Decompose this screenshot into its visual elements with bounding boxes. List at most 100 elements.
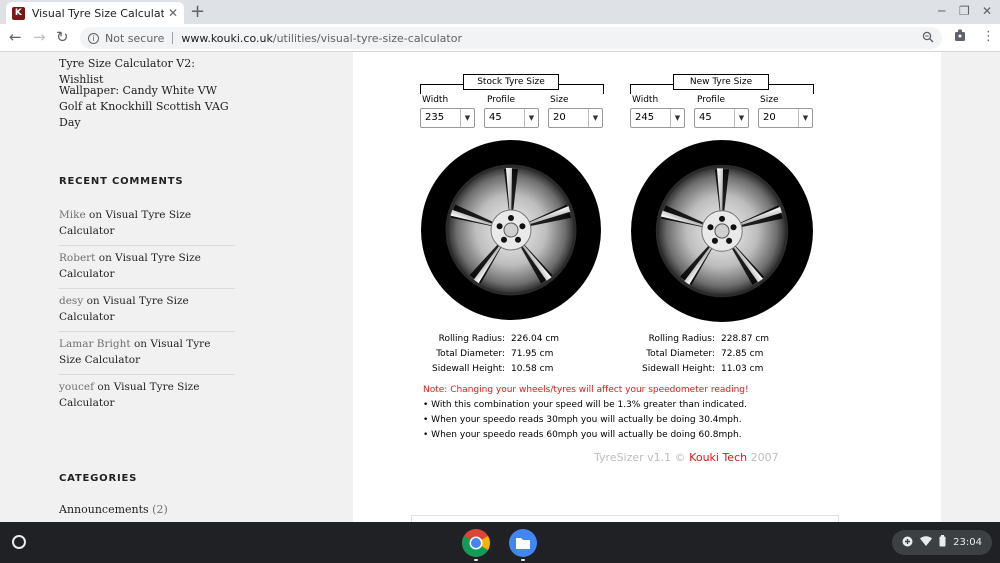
app-running-indicator — [521, 559, 525, 561]
comment-author[interactable]: Lamar Bright — [59, 338, 131, 350]
size-label: Size — [760, 95, 779, 105]
url-path: /utilities/visual-tyre-size-calculator — [272, 31, 462, 45]
chevron-down-icon: ▼ — [670, 109, 684, 127]
stock-tyre-wheel-icon — [420, 139, 602, 321]
stock-tyre-stats: Rolling Radius: 226.04 cm Total Diameter:… — [353, 332, 559, 377]
comment-item: desy on Visual Tyre Size Calculator — [59, 293, 235, 332]
speed-note-line: • When your speedo reads 30mph you will … — [423, 415, 742, 425]
divider — [172, 32, 174, 44]
reload-icon[interactable]: ↻ — [56, 29, 69, 45]
chrome-app-icon[interactable] — [461, 528, 491, 558]
stock-sidewall-height: 10.58 cm — [511, 364, 554, 374]
rolling-radius-label: Rolling Radius: — [438, 334, 505, 344]
speedo-warning: Note: Changing your wheels/tyres will af… — [423, 385, 749, 395]
size-label: Size — [550, 95, 569, 105]
profile-label: Profile — [697, 95, 725, 105]
sidewall-height-label: Sidewall Height: — [432, 364, 505, 374]
comment-on: on — [83, 295, 104, 307]
info-icon[interactable]: i — [88, 32, 99, 44]
minimize-icon[interactable]: ─ — [938, 4, 945, 18]
zoom-icon[interactable] — [922, 31, 934, 46]
comment-on: on — [85, 209, 106, 221]
chevron-down-icon: ▼ — [588, 109, 602, 127]
new-tyre-wheel-icon — [630, 139, 814, 323]
speed-note-line: • When your speedo reads 60mph you will … — [423, 430, 742, 440]
stock-size-select[interactable]: 20 ▼ — [548, 108, 603, 128]
extension-icon[interactable] — [954, 29, 966, 46]
restore-icon[interactable]: ❐ — [959, 4, 970, 18]
comment-item: youcef on Visual Tyre Size Calculator — [59, 379, 235, 417]
browser-toolbar: ← → ↻ i Not secure www.kouki.co.uk /util… — [0, 24, 1000, 52]
comment-item: Robert on Visual Tyre Size Calculator — [59, 250, 235, 289]
not-secure-label: Not secure — [105, 31, 165, 45]
new-tab-button[interactable]: + — [190, 3, 205, 21]
app-running-indicator — [474, 559, 478, 561]
new-total-diameter: 72.85 cm — [721, 349, 764, 359]
width-label: Width — [422, 95, 449, 105]
comment-on: on — [95, 252, 116, 264]
address-bar[interactable]: i Not secure www.kouki.co.uk /utilities/… — [80, 27, 942, 49]
back-icon[interactable]: ← — [9, 29, 22, 45]
stock-width-select[interactable]: 235 ▼ — [420, 108, 475, 128]
new-profile-select[interactable]: 45 ▼ — [694, 108, 749, 128]
select-value: 20 — [553, 112, 566, 123]
sidebar-link-wallpaper[interactable]: Wallpaper: Candy White VW Golf at Knockh… — [59, 83, 239, 131]
comment-author[interactable]: youcef — [59, 381, 94, 393]
browser-tab[interactable]: K Visual Tyre Size Calculator – Ko ✕ — [6, 2, 184, 24]
url-host: www.kouki.co.uk — [181, 31, 273, 45]
launcher-icon[interactable] — [12, 535, 26, 549]
comment-item: Lamar Bright on Visual Tyre Size Calcula… — [59, 336, 235, 375]
new-size-select[interactable]: 20 ▼ — [758, 108, 813, 128]
credit-prefix: TyreSizer v1.1 © — [594, 451, 690, 464]
chevron-down-icon: ▼ — [524, 109, 538, 127]
comment-author[interactable]: Mike — [59, 209, 86, 221]
category-count: (2) — [152, 503, 168, 516]
favicon-icon: K — [12, 6, 25, 20]
status-tray[interactable]: 23:04 — [892, 530, 992, 555]
calculator-content: Stock Tyre Size Width Profile Size 235 ▼… — [353, 52, 941, 525]
stock-tyre-title: Stock Tyre Size — [463, 74, 559, 90]
select-value: 245 — [635, 112, 655, 123]
recent-comments-heading: RECENT COMMENTS — [59, 176, 184, 187]
comment-author[interactable]: Robert — [59, 252, 95, 264]
categories-heading: CATEGORIES — [59, 473, 138, 484]
new-tyre-title: New Tyre Size — [673, 74, 769, 90]
files-app-icon[interactable] — [508, 528, 538, 558]
brand-link[interactable]: Kouki Tech — [689, 451, 747, 464]
new-width-select[interactable]: 245 ▼ — [630, 108, 685, 128]
credit-year: 2007 — [747, 451, 779, 464]
chevron-down-icon: ▼ — [798, 109, 812, 127]
window-close-icon[interactable]: ✕ — [982, 4, 992, 18]
sidewall-height-label: Sidewall Height: — [642, 364, 715, 374]
comment-on: on — [94, 381, 114, 393]
comment-on: on — [130, 338, 151, 350]
chevron-down-icon: ▼ — [460, 109, 474, 127]
stock-total-diameter: 71.95 cm — [511, 349, 554, 359]
sidebar: Tyre Size Calculator V2: Wishlist Wallpa… — [0, 52, 294, 522]
comment-item: Mike on Visual Tyre Size Calculator — [59, 207, 235, 246]
new-sidewall-height: 11.03 cm — [721, 364, 764, 374]
stock-rolling-radius: 226.04 cm — [511, 334, 560, 344]
tab-close-icon[interactable]: ✕ — [168, 6, 178, 20]
new-tyre-stats: Rolling Radius: 228.87 cm Total Diameter:… — [563, 332, 769, 377]
tab-strip: K Visual Tyre Size Calculator – Ko ✕ + ─… — [0, 0, 1000, 24]
category-name[interactable]: Announcements — [59, 503, 149, 516]
speed-note-line: • With this combination your speed will … — [423, 400, 747, 410]
clock-time: 23:04 — [953, 537, 982, 548]
select-value: 20 — [763, 112, 776, 123]
add-icon — [902, 536, 913, 550]
category-item[interactable]: Announcements (2) — [59, 503, 168, 516]
stock-profile-select[interactable]: 45 ▼ — [484, 108, 539, 128]
menu-icon[interactable]: ⋮ — [982, 29, 995, 44]
total-diameter-label: Total Diameter: — [646, 349, 715, 359]
chevron-down-icon: ▼ — [734, 109, 748, 127]
profile-label: Profile — [487, 95, 515, 105]
comment-author[interactable]: desy — [59, 295, 83, 307]
select-value: 235 — [425, 112, 445, 123]
total-diameter-label: Total Diameter: — [436, 349, 505, 359]
select-value: 45 — [489, 112, 502, 123]
select-value: 45 — [699, 112, 712, 123]
tab-title: Visual Tyre Size Calculator – Ko — [31, 6, 164, 20]
wifi-icon — [920, 536, 933, 549]
forward-icon[interactable]: → — [33, 29, 46, 45]
